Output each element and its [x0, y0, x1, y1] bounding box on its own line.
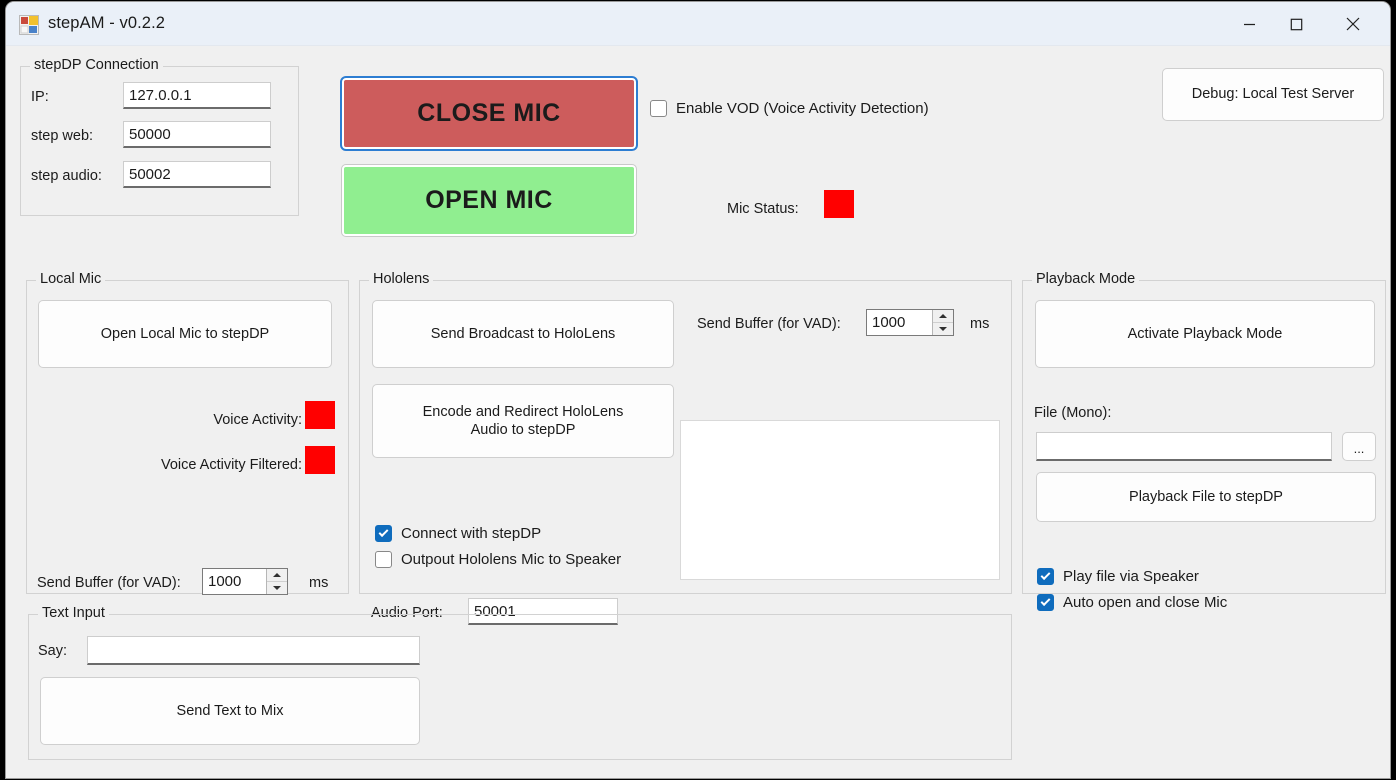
- hololens-group: Hololens Send Broadcast to HoloLens Enco…: [359, 271, 1012, 625]
- auto-open-close-mic-checkbox[interactable]: Auto open and close Mic: [1037, 594, 1227, 611]
- debug-local-test-server-button[interactable]: Debug: Local Test Server: [1162, 68, 1384, 121]
- local-send-buffer-arrows[interactable]: [266, 569, 287, 594]
- minimize-button[interactable]: [1226, 2, 1272, 46]
- mic-status-label: Mic Status:: [727, 201, 799, 217]
- window-title: stepAM - v0.2.2: [48, 14, 166, 32]
- app-grid-icon: [18, 14, 40, 36]
- stepdp-connection-legend: stepDP Connection: [30, 57, 163, 73]
- mic-status-indicator: [824, 190, 854, 218]
- local-send-buffer-up-icon[interactable]: [267, 569, 287, 582]
- open-mic-button[interactable]: OPEN MIC: [342, 165, 636, 236]
- voice-activity-indicator: [305, 401, 335, 429]
- step-web-input[interactable]: [123, 121, 271, 148]
- stepdp-connection-group: stepDP Connection IP: step web: step aud…: [20, 57, 299, 216]
- hololens-send-buffer-spinner[interactable]: 1000: [866, 309, 954, 336]
- text-input-legend: Text Input: [38, 605, 109, 621]
- step-web-label: step web:: [31, 128, 94, 144]
- connect-with-stepdp-label: Connect with stepDP: [401, 525, 542, 542]
- hololens-legend: Hololens: [369, 271, 434, 287]
- say-input[interactable]: [87, 636, 420, 665]
- enable-vod-checkbox-box[interactable]: [650, 100, 667, 117]
- playback-mode-legend: Playback Mode: [1032, 271, 1140, 287]
- title-bar: stepAM - v0.2.2: [6, 2, 1390, 46]
- local-send-buffer-unit: ms: [309, 575, 329, 591]
- encode-redirect-line-2: Audio to stepDP: [470, 422, 576, 438]
- play-file-via-speaker-checkbox[interactable]: Play file via Speaker: [1037, 568, 1199, 585]
- file-mono-label: File (Mono):: [1034, 405, 1112, 421]
- say-label: Say:: [38, 643, 68, 659]
- local-send-buffer-label: Send Buffer (for VAD):: [37, 575, 181, 591]
- auto-open-close-mic-label: Auto open and close Mic: [1063, 594, 1228, 611]
- auto-open-close-mic-checkbox-box[interactable]: [1037, 594, 1054, 611]
- open-local-mic-button[interactable]: Open Local Mic to stepDP: [38, 300, 332, 368]
- voice-activity-label: Voice Activity:: [213, 412, 302, 428]
- playback-mode-group: Playback Mode Activate Playback Mode Fil…: [1022, 271, 1386, 611]
- playback-file-to-stepdp-button[interactable]: Playback File to stepDP: [1036, 472, 1376, 522]
- client-area: stepDP Connection IP: step web: step aud…: [6, 46, 1390, 778]
- hololens-send-buffer-down-icon[interactable]: [933, 323, 953, 335]
- local-send-buffer-down-icon[interactable]: [267, 582, 287, 594]
- local-mic-group: Local Mic Open Local Mic to stepDP Voice…: [26, 271, 349, 595]
- connect-with-stepdp-checkbox-box[interactable]: [375, 525, 392, 542]
- local-send-buffer-spinner[interactable]: 1000: [202, 568, 288, 595]
- voice-activity-filtered-label: Voice Activity Filtered:: [160, 457, 302, 473]
- play-file-via-speaker-label: Play file via Speaker: [1063, 568, 1199, 585]
- activate-playback-mode-button[interactable]: Activate Playback Mode: [1035, 300, 1375, 368]
- step-audio-input[interactable]: [123, 161, 271, 188]
- voice-activity-filtered-indicator: [305, 446, 335, 474]
- output-hololens-mic-speaker-label: Outpout Hololens Mic to Speaker: [401, 551, 622, 568]
- app-window: stepAM - v0.2.2 stepDP Connection IP: st…: [6, 2, 1390, 778]
- step-audio-label: step audio:: [31, 168, 102, 184]
- hololens-send-buffer-label: Send Buffer (for VAD):: [697, 316, 841, 332]
- enable-vod-checkbox[interactable]: Enable VOD (Voice Activity Detection): [650, 100, 929, 117]
- enable-vod-label: Enable VOD (Voice Activity Detection): [676, 100, 929, 117]
- output-hololens-mic-speaker-checkbox-box[interactable]: [375, 551, 392, 568]
- play-file-via-speaker-checkbox-box[interactable]: [1037, 568, 1054, 585]
- local-send-buffer-value[interactable]: 1000: [203, 569, 266, 594]
- connect-with-stepdp-checkbox[interactable]: Connect with stepDP: [375, 525, 541, 542]
- hololens-log-panel[interactable]: [680, 420, 1000, 580]
- text-input-group: Text Input Say: Send Text to Mix: [28, 605, 1012, 760]
- output-hololens-mic-speaker-checkbox[interactable]: Outpout Hololens Mic to Speaker: [375, 551, 621, 568]
- file-path-input[interactable]: [1036, 432, 1332, 461]
- close-mic-button[interactable]: CLOSE MIC: [340, 76, 638, 151]
- send-text-to-mix-button[interactable]: Send Text to Mix: [40, 677, 420, 745]
- hololens-send-buffer-up-icon[interactable]: [933, 310, 953, 323]
- hololens-send-buffer-value[interactable]: 1000: [867, 310, 932, 335]
- hololens-send-buffer-unit: ms: [970, 316, 990, 332]
- local-mic-legend: Local Mic: [36, 271, 106, 287]
- encode-redirect-hololens-button[interactable]: Encode and Redirect HoloLens Audio to st…: [372, 384, 674, 458]
- ip-label: IP:: [31, 89, 49, 105]
- maximize-button[interactable]: [1273, 2, 1319, 46]
- ip-input[interactable]: [123, 82, 271, 109]
- close-button[interactable]: [1330, 2, 1376, 46]
- browse-file-button[interactable]: ...: [1342, 432, 1376, 461]
- send-broadcast-hololens-button[interactable]: Send Broadcast to HoloLens: [372, 300, 674, 368]
- encode-redirect-line-1: Encode and Redirect HoloLens: [422, 403, 624, 420]
- hololens-send-buffer-arrows[interactable]: [932, 310, 953, 335]
